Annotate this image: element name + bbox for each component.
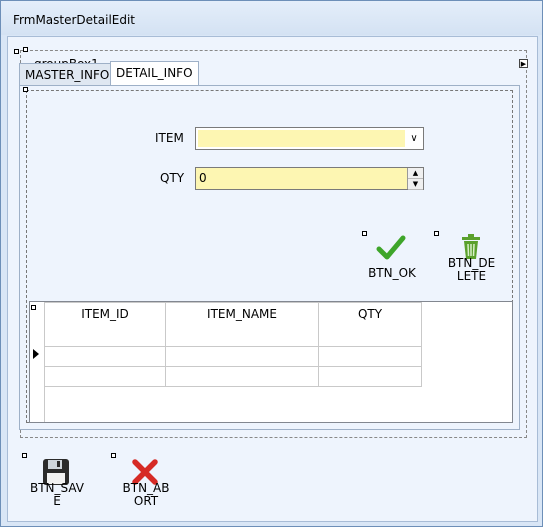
tab-label: DETAIL_INFO: [116, 66, 193, 80]
selection-handle[interactable]: [23, 47, 28, 52]
item-combobox[interactable]: ∨: [195, 127, 424, 150]
form-client-area: groupBox1 ▶ MASTER_INFO DETAIL_INFO ITEM: [7, 36, 538, 522]
save-label-line2: E: [53, 494, 61, 508]
abort-button[interactable]: BTN_AB ORT: [111, 453, 181, 513]
column-header-item-name[interactable]: ITEM_NAME: [165, 302, 319, 347]
qty-spinner[interactable]: 0 ▲ ▼: [195, 167, 424, 190]
table-row[interactable]: [44, 366, 422, 387]
detail-panel: ITEM ∨ QTY 0 ▲ ▼ BTN_OK BTN_DE LETE ITEM…: [23, 87, 513, 423]
delete-button-label: BTN_DE LETE: [434, 257, 509, 283]
save-button-label: BTN_SAV E: [22, 482, 92, 508]
item-label: ITEM: [155, 131, 184, 145]
current-row-arrow-icon: [33, 349, 39, 359]
abort-label-line2: ORT: [133, 494, 159, 508]
selection-handle[interactable]: [362, 231, 367, 236]
grid-table: ITEM_ID ITEM_NAME QTY: [44, 302, 422, 387]
row-header-column: [30, 302, 45, 422]
spin-down-icon[interactable]: ▼: [408, 179, 423, 190]
qty-spin-buttons: ▲ ▼: [407, 168, 423, 190]
selection-handle[interactable]: [23, 87, 28, 92]
delete-label-line2: LETE: [456, 269, 487, 283]
cell-item-name[interactable]: [165, 346, 319, 367]
tab-page-detail: ITEM ∨ QTY 0 ▲ ▼ BTN_OK BTN_DE LETE ITEM…: [19, 85, 520, 430]
delete-button[interactable]: BTN_DE LETE: [434, 231, 502, 287]
grid-header-row: ITEM_ID ITEM_NAME QTY: [44, 302, 422, 347]
spin-up-icon[interactable]: ▲: [408, 168, 423, 179]
table-row[interactable]: [44, 346, 422, 367]
cell-item-name[interactable]: [165, 366, 319, 387]
qty-value: 0: [199, 171, 207, 185]
chevron-down-icon[interactable]: ∨: [405, 128, 423, 149]
tab-control: MASTER_INFO DETAIL_INFO ITEM ∨ QTY 0 ▲ ▼…: [14, 49, 521, 430]
selection-handle[interactable]: [111, 453, 116, 458]
detail-grid[interactable]: ITEM_ID ITEM_NAME QTY: [29, 301, 513, 423]
tab-master-info[interactable]: MASTER_INFO: [19, 63, 111, 85]
qty-label: QTY: [160, 171, 185, 185]
save-button[interactable]: BTN_SAV E: [22, 453, 92, 513]
abort-button-label: BTN_AB ORT: [111, 482, 181, 508]
ok-button-label: BTN_OK: [368, 266, 416, 280]
cell-item-id[interactable]: [44, 366, 166, 387]
column-header-item-id[interactable]: ITEM_ID: [44, 302, 166, 347]
selection-handle[interactable]: [14, 49, 19, 54]
ok-button[interactable]: BTN_OK: [362, 231, 422, 281]
cell-qty[interactable]: [318, 346, 422, 367]
cell-qty[interactable]: [318, 366, 422, 387]
selection-handle[interactable]: [22, 453, 27, 458]
main-window: FrmMasterDetailEdit groupBox1 ▶ MASTER_I…: [0, 0, 543, 527]
groupbox: groupBox1 ▶ MASTER_INFO DETAIL_INFO ITEM: [14, 47, 528, 438]
item-combobox-value: [198, 130, 405, 147]
title-bar[interactable]: FrmMasterDetailEdit: [1, 1, 542, 35]
selection-handle[interactable]: [434, 231, 439, 236]
window-title: FrmMasterDetailEdit: [13, 13, 136, 27]
cell-item-id[interactable]: [44, 346, 166, 367]
tab-label: MASTER_INFO: [25, 68, 110, 82]
column-header-qty[interactable]: QTY: [318, 302, 422, 347]
tab-detail-info[interactable]: DETAIL_INFO: [110, 61, 199, 86]
check-icon: [376, 235, 406, 260]
